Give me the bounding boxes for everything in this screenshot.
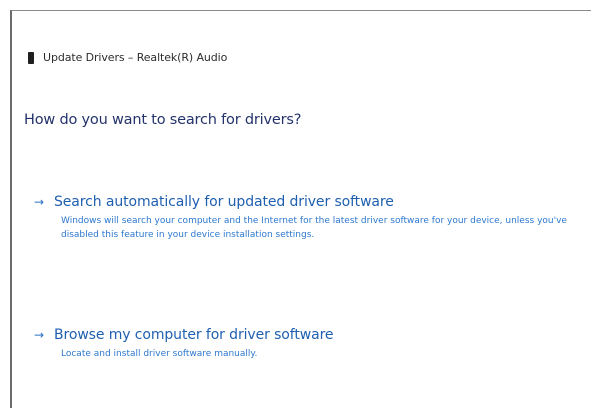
search-automatically-option[interactable]: → Search automatically for updated drive…	[34, 194, 593, 242]
search-automatically-description: Windows will search your computer and th…	[61, 216, 567, 240]
arrow-right-icon: →	[34, 328, 45, 342]
update-drivers-dialog: Update Drivers – Realtek(R) Audio How do…	[10, 10, 591, 408]
browse-computer-option[interactable]: → Browse my computer for driver software…	[34, 327, 593, 361]
device-icon	[28, 51, 34, 64]
search-automatically-title-row[interactable]: → Search automatically for updated drive…	[34, 194, 593, 210]
arrow-right-icon: →	[34, 195, 45, 209]
browse-computer-description: Locate and install driver software manua…	[61, 349, 258, 359]
page-heading: How do you want to search for drivers?	[24, 112, 302, 128]
dialog-title-bar: Update Drivers – Realtek(R) Audio	[28, 51, 227, 64]
browse-computer-title-row[interactable]: → Browse my computer for driver software	[34, 327, 593, 343]
dialog-title: Update Drivers – Realtek(R) Audio	[43, 51, 228, 64]
browse-computer-label[interactable]: Browse my computer for driver software	[54, 327, 334, 343]
search-automatically-label[interactable]: Search automatically for updated driver …	[54, 194, 394, 210]
